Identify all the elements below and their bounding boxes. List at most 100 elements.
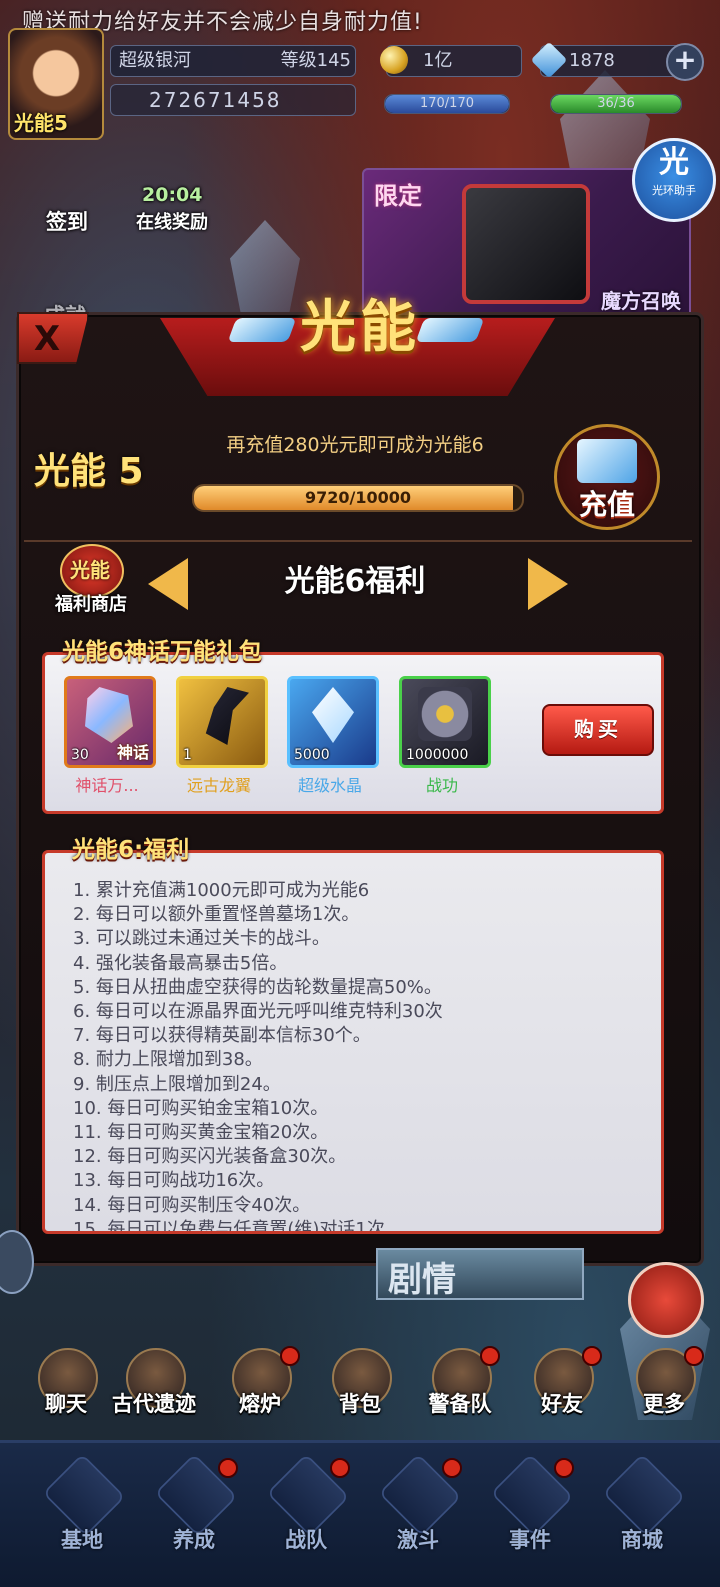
welfare-shop-button[interactable]: 光能 福利商店 [50,544,140,615]
benefit-item: 14. 每日可购买制压令40次。 [73,1194,311,1216]
nav-label: 事件 [509,1528,551,1552]
item-name-text: 超级水晶 [297,776,362,795]
notification-dot [218,1458,238,1478]
benefit-item: 12. 每日可购买闪光装备盒30次。 [73,1146,347,1168]
story-button[interactable]: 剧情 [376,1248,584,1300]
item-tag: 神话 [116,743,149,762]
benefit-item: 10. 每日可购买铂金宝箱10次。 [73,1097,329,1119]
stamina-bar: 170/170 [384,94,510,114]
benefit-item: 7. 每日可以获得精英副本信标30个。 [73,1025,371,1047]
item-name-text: 神话万... [75,776,139,795]
benefit-item: 8. 耐力上限增加到38。 [73,1049,263,1071]
item-name: 远古龙翼 [169,772,269,796]
item-water-crystal[interactable]: 5000 [287,676,379,768]
quick-guard-team-button[interactable]: 警备队 [418,1346,502,1420]
item-merit[interactable]: 1000000 [399,676,491,768]
mail-icon[interactable] [628,1262,704,1338]
panel-title: 光能 [300,295,420,360]
signin-button[interactable]: 签到 [46,206,88,236]
quick-label: 警备队 [428,1392,492,1416]
quick-ancient-ruins-button[interactable]: 古代遗迹 [112,1348,196,1420]
online-reward-button[interactable]: 在线奖励 [136,208,208,234]
buy-button[interactable]: 购买 [542,704,654,756]
item-name: 神话万... [57,772,157,796]
item-dragon-wing[interactable]: 1 [176,676,268,768]
quick-backpack-button[interactable]: 背包 [318,1348,402,1420]
crystal-stone-icon [85,687,133,743]
benefits-items: 1. 累计充值满1000元即可成为光能6 2. 每日可以额外重置怪兽墓场1次。 3.… [45,853,661,1234]
stamina-value: 170/170 [419,96,474,111]
water-crystal-icon [312,687,354,743]
add-gem-button[interactable]: + [666,43,704,81]
player-id-bar: 272671458 [110,84,356,116]
prev-tier-arrow-icon[interactable] [148,558,188,610]
quick-label: 好友 [541,1392,583,1416]
notification-dot [684,1346,704,1366]
benefit-item: 1. 累计充值满1000元即可成为光能6 [73,880,370,901]
merit-medal-icon [418,687,472,741]
gem-amount: 1878 [569,50,615,71]
limited-tag: 限定 [374,182,422,210]
benefit-item: 15. 每日可以免费与任意置(维)对话1次 [73,1218,385,1234]
helper-icon: 光 [659,145,689,180]
notification-dot [480,1346,500,1366]
benefit-item: 11. 每日可购买黄金宝箱20次。 [73,1122,329,1144]
quick-label: 背包 [339,1392,381,1416]
quick-label: 古代遗迹 [112,1392,196,1416]
dragon-wing-icon [205,687,249,745]
nav-team-tab[interactable]: 战队 [258,1453,354,1568]
item-name: 战功 [392,772,492,796]
shop-label-bottom: 福利商店 [55,594,127,615]
tier-title: 光能6福利 [284,564,426,599]
recharge-tip: 再充值280光元即可成为光能6 [226,434,484,456]
benefits-title: 光能6:福利 [72,837,190,863]
quick-label: 更多 [643,1392,685,1416]
level-progress-bar: 9720/10000 [192,484,524,512]
benefit-item: 3. 可以跳过未通过关卡的战斗。 [73,928,330,950]
helper-label: 光环助手 [652,184,696,197]
nav-develop-tab[interactable]: 养成 [146,1453,242,1568]
rank-label: 光能5 [14,111,68,135]
nav-event-tab[interactable]: 事件 [482,1453,578,1568]
nav-label: 激斗 [397,1528,439,1552]
item-count: 30 [71,747,89,763]
helper-badge[interactable]: 光 光环助手 [632,138,716,222]
item-crystal-stone[interactable]: 30 神话 [64,676,156,768]
benefit-item: 5. 每日从扭曲虚空获得的齿轮数量提高50%。 [73,976,442,998]
nav-battle-tab[interactable]: 激斗 [370,1453,466,1568]
benefits-list[interactable]: 1. 累计充值满1000元即可成为光能6 2. 每日可以额外重置怪兽墓场1次。 3.… [42,850,664,1234]
nav-label: 养成 [173,1528,215,1552]
item-count: 1000000 [406,747,469,763]
player-name: 超级银河 [119,50,191,71]
player-name-bar: 超级银河 等级145 [110,45,356,77]
benefit-item: 4. 强化装备最高暴击5倍。 [73,952,288,974]
gold-amount: 1亿 [423,50,453,71]
shop-label-top: 光能 [70,558,110,582]
recharge-label: 充值 [578,488,635,521]
quick-friends-button[interactable]: 好友 [520,1346,604,1420]
crystal-chest-icon [577,439,637,483]
nav-base-tab[interactable]: 基地 [34,1453,130,1568]
quick-furnace-button[interactable]: 熔炉 [218,1346,302,1420]
nav-label: 基地 [61,1528,103,1552]
quick-chat-button[interactable]: 聊天 [24,1348,108,1420]
progress-text: 9720/10000 [304,488,412,507]
divider [24,540,692,542]
current-level-label: 光能 5 [34,451,144,492]
benefit-item: 13. 每日可购战功16次。 [73,1170,275,1192]
quick-more-button[interactable]: 更多 [622,1346,706,1420]
benefit-item: 2. 每日可以额外重置怪兽墓场1次。 [73,904,360,926]
benefit-item: 9. 制压点上限增加到24。 [73,1073,281,1095]
nav-shop-tab[interactable]: 商城 [594,1453,690,1568]
benefit-item: 6. 每日可以在源晶界面光元呼叫维克特利30次 [73,1001,443,1023]
notification-dot [330,1458,350,1478]
notification-dot [280,1346,300,1366]
next-tier-arrow-icon[interactable] [528,558,568,610]
notification-dot [442,1458,462,1478]
nav-label: 商城 [621,1528,663,1552]
recharge-button[interactable]: 充值 [554,424,660,530]
item-count: 5000 [294,747,330,763]
energy-value: 36/36 [597,96,635,111]
player-avatar[interactable]: 光能5 [8,28,104,140]
item-name-text: 战功 [425,776,458,795]
